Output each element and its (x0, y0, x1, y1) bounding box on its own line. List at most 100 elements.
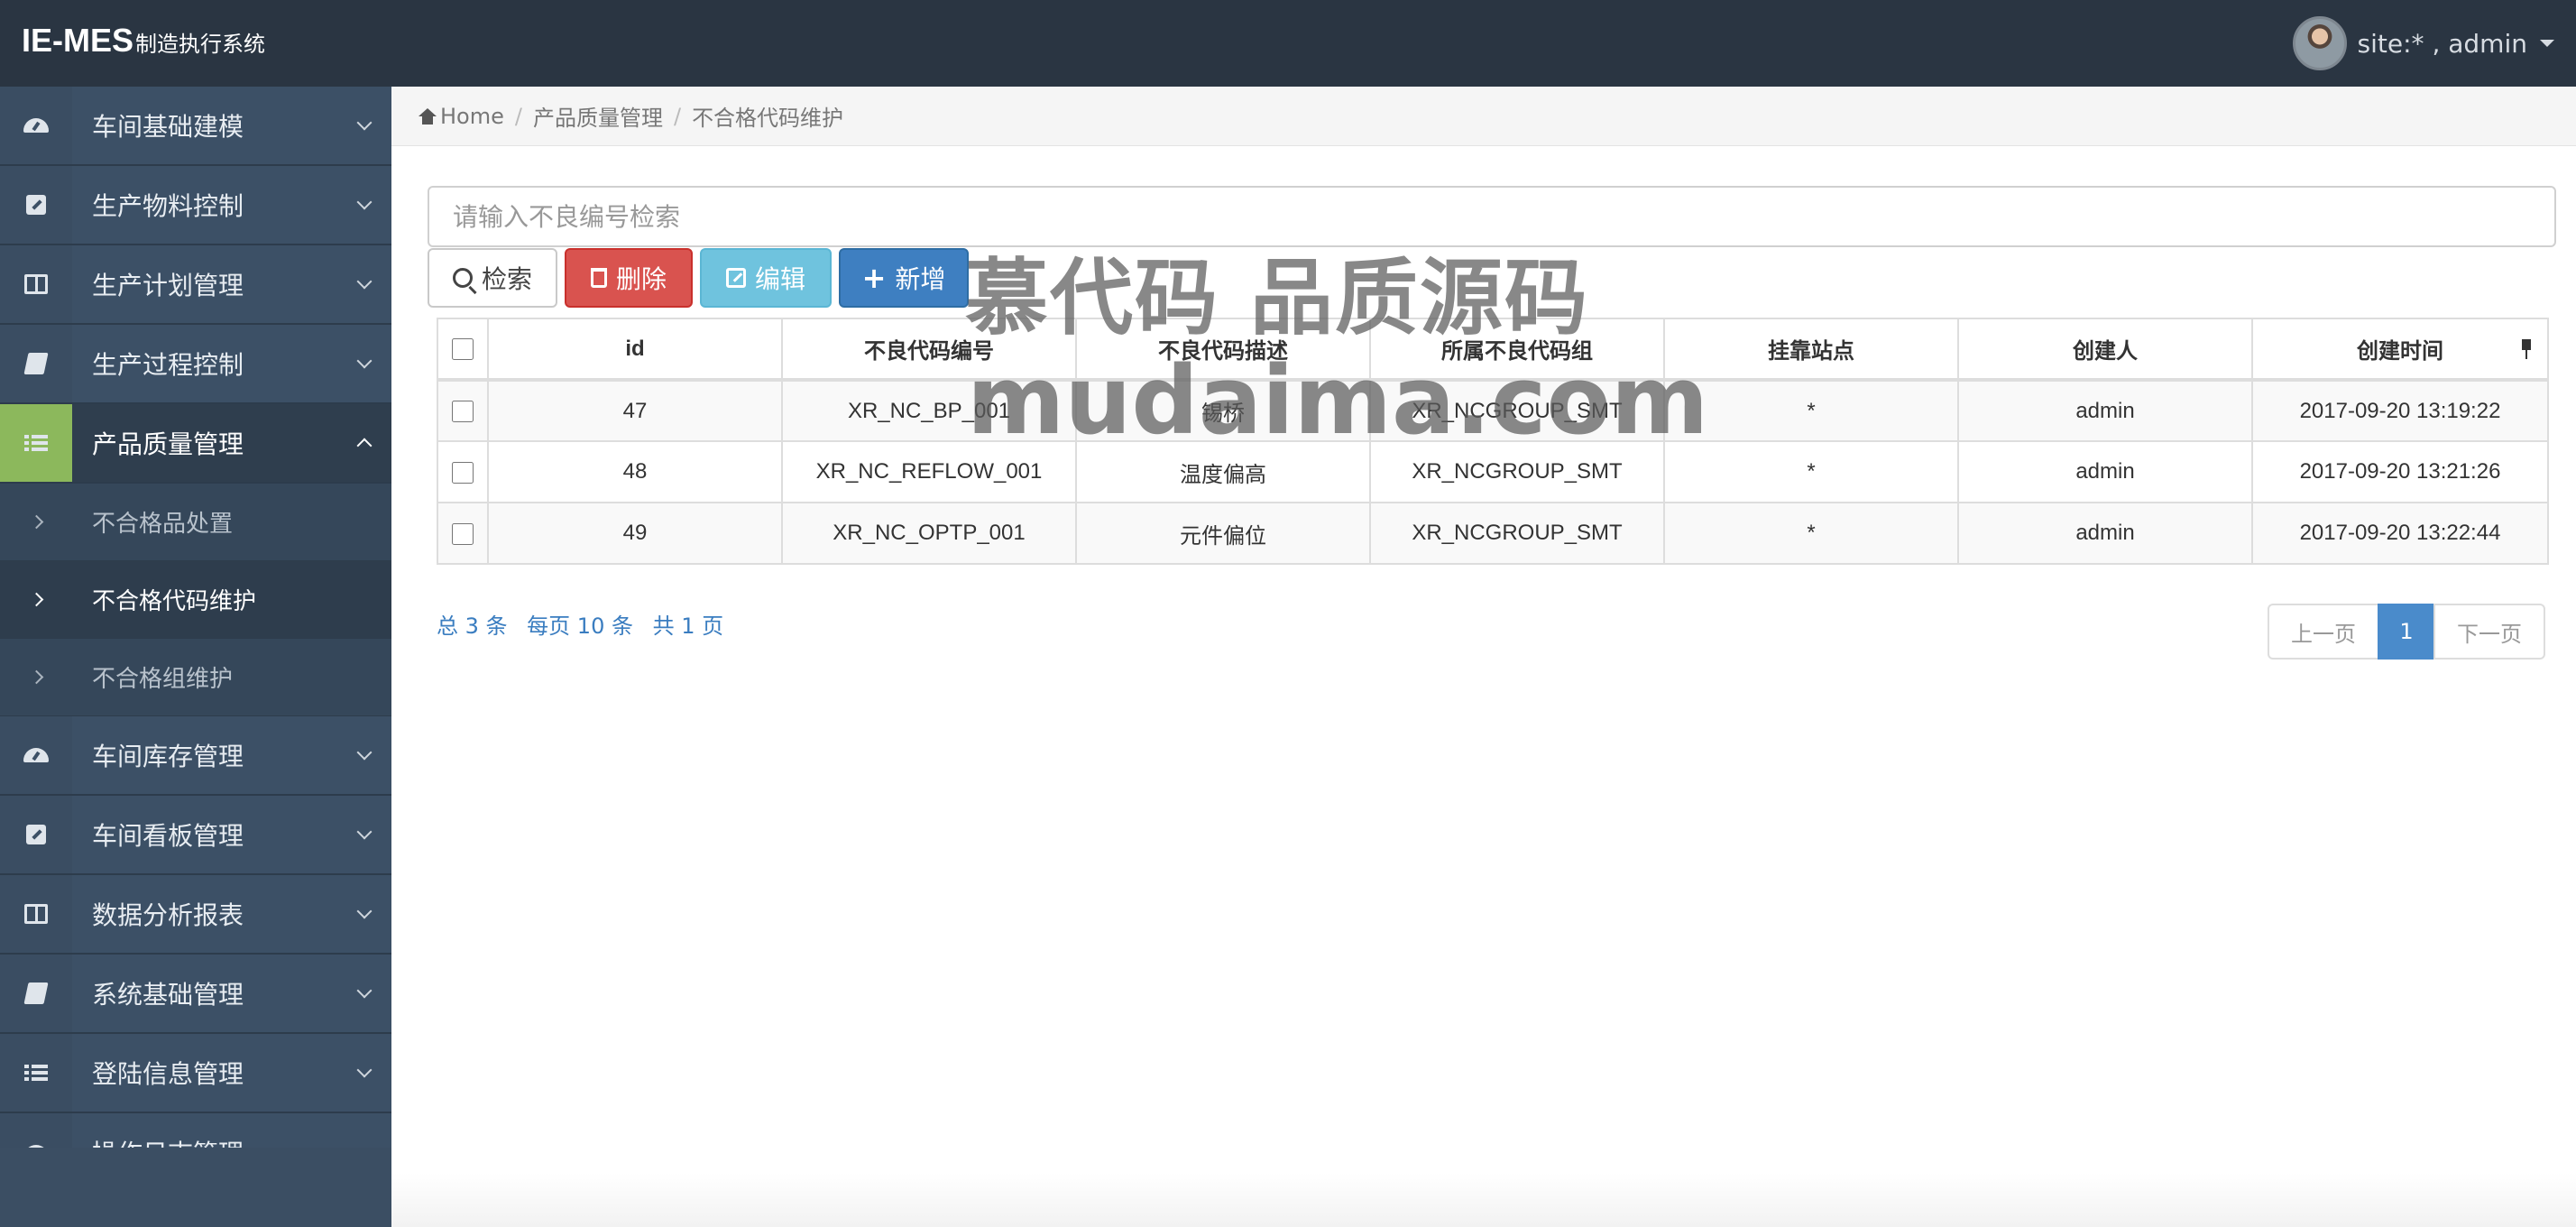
next-page-button[interactable]: 下一页 (2433, 604, 2545, 660)
breadcrumb-separator: / (673, 103, 682, 129)
delete-button-label: 删除 (615, 264, 667, 294)
sidebar-item-label: 车间基础建模 (92, 112, 244, 142)
edit-icon (26, 825, 46, 844)
cell-group: XR_NCGROUP_SMT (1369, 502, 1665, 565)
sidebar-subitem-label: 不合格品处置 (92, 511, 234, 538)
sidebar-subitem-nc-group-maintenance[interactable]: 不合格组维护 (0, 639, 391, 716)
cell-created-time: 2017-09-20 13:22:44 (2251, 502, 2549, 565)
table-row[interactable]: 47 XR_NC_BP_001 锡桥 XR_NCGROUP_SMT * admi… (437, 379, 2549, 442)
list-icon (24, 1063, 48, 1083)
brand-title: IE-MES (22, 22, 134, 59)
sidebar-subitem-nc-code-maintenance[interactable]: 不合格代码维护 (0, 561, 391, 639)
search-button[interactable]: 检索 (428, 248, 557, 308)
sidebar-item-inventory[interactable]: 车间库存管理 (0, 716, 391, 796)
breadcrumb-level1[interactable]: 产品质量管理 (533, 100, 663, 132)
cell-group: XR_NCGROUP_SMT (1369, 440, 1665, 503)
cell-id: 48 (487, 440, 783, 503)
chevron-down-icon (337, 903, 391, 919)
chevron-right-icon (0, 592, 72, 607)
sidebar-item-plan-management[interactable]: 生产计划管理 (0, 245, 391, 325)
columns-icon (24, 904, 48, 924)
cell-code: XR_NC_BP_001 (781, 379, 1077, 442)
sidebar-item-label: 生产计划管理 (92, 271, 244, 300)
cell-site: * (1663, 502, 1959, 565)
column-header-group[interactable]: 所属不良代码组 (1369, 318, 1665, 382)
add-button-label: 新增 (895, 264, 946, 294)
book-icon (23, 353, 49, 374)
chevron-down-icon (337, 824, 391, 840)
user-menu[interactable]: site:* , admin (2292, 16, 2554, 70)
chevron-down-icon (337, 1062, 391, 1078)
total-pages: 共 1 页 (652, 614, 724, 639)
sidebar-item-label: 生产过程控制 (92, 350, 244, 380)
select-all-cell (437, 318, 489, 382)
add-button[interactable]: + 新增 (839, 248, 969, 308)
column-header-id[interactable]: id (487, 318, 783, 382)
cell-creator: admin (1957, 440, 2253, 503)
breadcrumb-home[interactable]: Home (440, 104, 504, 129)
sidebar-item-system-basics[interactable]: 系统基础管理 (0, 955, 391, 1034)
cell-created-time: 2017-09-20 13:21:26 (2251, 440, 2549, 503)
column-header-site[interactable]: 挂靠站点 (1663, 318, 1959, 382)
row-checkbox[interactable] (452, 401, 474, 423)
cell-description: 锡桥 (1075, 379, 1371, 442)
table-row[interactable]: 48 XR_NC_REFLOW_001 温度偏高 XR_NCGROUP_SMT … (437, 440, 2549, 503)
chevron-down-icon (337, 273, 391, 290)
sidebar-item-login-info[interactable]: 登陆信息管理 (0, 1034, 391, 1113)
search-input[interactable] (428, 186, 2556, 247)
chevron-up-icon (337, 435, 391, 454)
cell-site: * (1663, 379, 1959, 442)
app-brand[interactable]: IE-MES制造执行系统 (22, 22, 265, 60)
column-header-code[interactable]: 不良代码编号 (781, 318, 1077, 382)
total-count: 总 3 条 (437, 614, 508, 639)
cell-id: 49 (487, 502, 783, 565)
breadcrumb: Home / 产品质量管理 / 不合格代码维护 (391, 87, 2576, 146)
column-header-description[interactable]: 不良代码描述 (1075, 318, 1371, 382)
delete-button[interactable]: 删除 (565, 248, 693, 308)
chevron-down-icon (337, 744, 391, 761)
sidebar-item-label: 车间看板管理 (92, 821, 244, 851)
row-checkbox[interactable] (452, 522, 474, 545)
sidebar-item-quality-management[interactable]: 产品质量管理 (0, 404, 391, 484)
prev-page-button[interactable]: 上一页 (2268, 604, 2379, 660)
sidebar-subitem-nonconforming-disposal[interactable]: 不合格品处置 (0, 484, 391, 561)
column-header-created-time[interactable]: 创建时间 (2251, 318, 2549, 382)
list-icon (24, 433, 48, 453)
sidebar-item-label: 生产物料控制 (92, 191, 244, 221)
dashboard-icon (23, 118, 49, 133)
content-bottom-edge (391, 1173, 2576, 1227)
caret-down-icon (2540, 40, 2554, 47)
cell-creator: admin (1957, 379, 2253, 442)
edit-icon (725, 268, 746, 288)
columns-icon (24, 274, 48, 294)
sidebar-item-reports[interactable]: 数据分析报表 (0, 875, 391, 955)
pin-icon[interactable] (2520, 339, 2533, 359)
chevron-right-icon (0, 669, 72, 685)
toolbar: 检索 删除 编辑 + 新增 (428, 248, 976, 308)
sidebar-item-kanban[interactable]: 车间看板管理 (0, 796, 391, 875)
trash-icon (590, 268, 607, 288)
sidebar-item-label: 登陆信息管理 (92, 1059, 244, 1089)
edit-button[interactable]: 编辑 (700, 248, 832, 308)
chevron-down-icon (337, 353, 391, 369)
sidebar-item-material-control[interactable]: 生产物料控制 (0, 166, 391, 245)
sidebar-item-label: 车间库存管理 (92, 742, 244, 771)
user-label: site:* , admin (2357, 28, 2527, 59)
select-all-checkbox[interactable] (452, 338, 474, 361)
avatar (2292, 16, 2347, 70)
breadcrumb-current: 不合格代码维护 (692, 106, 844, 131)
row-checkbox[interactable] (452, 461, 474, 484)
table-row[interactable]: 49 XR_NC_OPTP_001 元件偏位 XR_NCGROUP_SMT * … (437, 502, 2549, 565)
search-icon (452, 268, 473, 288)
sidebar-item-process-control[interactable]: 生产过程控制 (0, 325, 391, 404)
row-select-cell (437, 440, 489, 503)
sidebar-subitem-label: 不合格组维护 (92, 666, 234, 693)
cell-creator: admin (1957, 502, 2253, 565)
page-info: 总 3 条 每页 10 条 共 1 页 (437, 608, 736, 640)
sidebar-item-workshop-modeling[interactable]: 车间基础建模 (0, 87, 391, 166)
book-icon (23, 983, 49, 1004)
home-icon (419, 107, 437, 125)
sidebar-item-label: 产品质量管理 (92, 429, 244, 459)
column-header-creator[interactable]: 创建人 (1957, 318, 2253, 382)
page-1-button[interactable]: 1 (2378, 604, 2435, 660)
